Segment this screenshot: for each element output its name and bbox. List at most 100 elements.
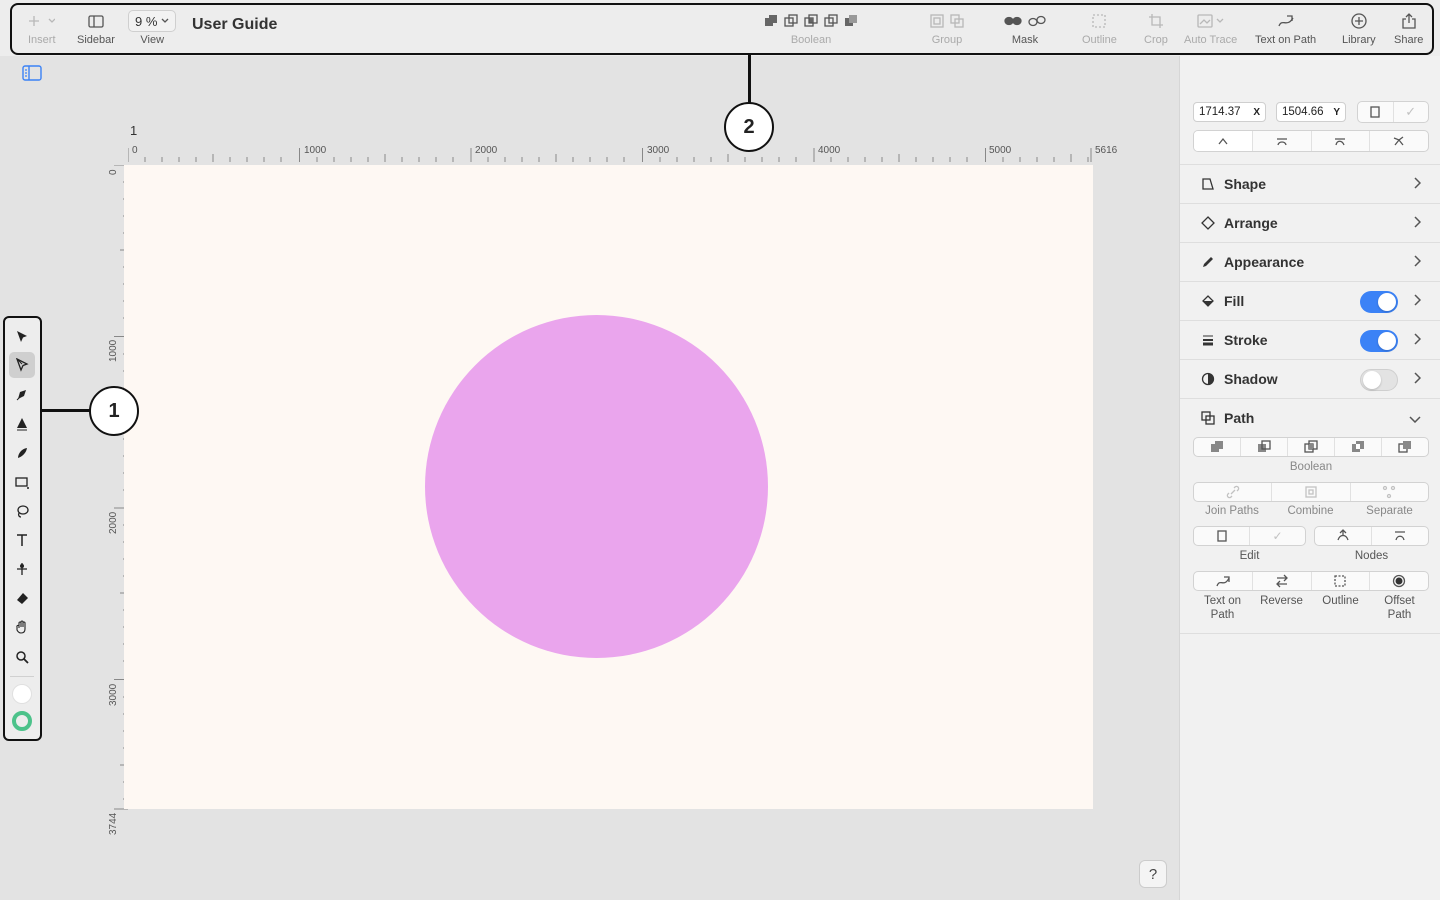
node-sharp-button[interactable]: [1194, 131, 1253, 151]
crop-button[interactable]: Crop: [1144, 8, 1168, 46]
callout-1-line: [42, 409, 91, 412]
text-on-path-button[interactable]: Text on Path: [1255, 8, 1316, 46]
ruler-h-label: 1000: [304, 145, 327, 156]
asymmetric-node-icon: [1335, 138, 1346, 146]
node-asymmetric-button[interactable]: [1312, 131, 1371, 151]
boolean-subtract-icon: [1258, 440, 1271, 452]
eraser-tool[interactable]: [9, 585, 35, 611]
unmask-icon[interactable]: [1028, 15, 1046, 27]
node-select-tool[interactable]: [9, 352, 35, 378]
confirm-edit-button[interactable]: ✓: [1394, 102, 1429, 122]
path-icon: [1201, 411, 1215, 425]
node-disconnected-button[interactable]: [1370, 131, 1428, 151]
auto-trace-button[interactable]: Auto Trace: [1184, 8, 1237, 46]
shape-section[interactable]: Shape: [1180, 164, 1440, 203]
edit-path-button[interactable]: [1358, 102, 1394, 122]
remove-node-button[interactable]: [1372, 527, 1428, 545]
path-text-on-path-button[interactable]: [1194, 572, 1253, 590]
knife-tool[interactable]: [9, 556, 35, 582]
remove-node-icon: [1395, 531, 1405, 541]
group-icon[interactable]: [930, 14, 944, 28]
fill-toggle[interactable]: [1360, 291, 1398, 313]
knife-icon: [17, 563, 27, 575]
help-button[interactable]: ?: [1139, 860, 1167, 888]
link-icon: [1226, 485, 1239, 499]
stroke-toggle[interactable]: [1360, 330, 1398, 352]
y-position-field[interactable]: 1504.66 Y: [1276, 102, 1346, 122]
horizontal-ruler: 0 1000 2000 3000 4000 5000 5616: [128, 145, 1118, 162]
offset-path-icon: [1392, 574, 1406, 588]
tools-divider: [10, 676, 34, 677]
zoom-tool[interactable]: [9, 644, 35, 670]
library-button[interactable]: Library: [1342, 8, 1376, 46]
x-position-field[interactable]: 1714.37 X: [1193, 102, 1266, 122]
bounding-box-icon: [1370, 106, 1380, 118]
mask-icon[interactable]: [1004, 15, 1022, 27]
paint-bucket-icon: [1202, 295, 1214, 307]
offset-path-button[interactable]: [1370, 572, 1428, 590]
nodes-label: Nodes: [1354, 550, 1389, 562]
lasso-tool[interactable]: [9, 498, 35, 524]
magnifier-icon: [16, 651, 29, 664]
path-boolean-segment: [1193, 437, 1429, 457]
brush-tool[interactable]: [9, 440, 35, 466]
hand-tool[interactable]: [9, 614, 35, 640]
path-divide-button[interactable]: [1382, 438, 1428, 456]
tools-palette: [3, 316, 42, 741]
rectangle-tool[interactable]: [9, 469, 35, 495]
stroke-section[interactable]: Stroke: [1180, 320, 1440, 359]
fill-color-well[interactable]: [9, 681, 35, 707]
pen-tool[interactable]: [9, 382, 35, 408]
zoom-select[interactable]: 9 %: [128, 10, 177, 32]
sidebar-icon: [88, 14, 104, 28]
node-smooth-button[interactable]: [1253, 131, 1312, 151]
ruler-h-label: 5000: [989, 145, 1012, 156]
sidebar-toggle-button[interactable]: [22, 65, 42, 86]
bounding-box-icon: [1216, 530, 1227, 542]
path-edit-done-button[interactable]: ✓: [1250, 527, 1305, 545]
reverse-arrows-icon: [1275, 574, 1288, 588]
path-union-button[interactable]: [1194, 438, 1241, 456]
boolean-divide-icon[interactable]: [844, 14, 858, 28]
boolean-intersect-icon: [1304, 440, 1318, 453]
circle-shape[interactable]: [425, 315, 768, 658]
path-intersect-button[interactable]: [1288, 438, 1335, 456]
ungroup-icon[interactable]: [950, 14, 964, 28]
path-exclude-button[interactable]: [1335, 438, 1382, 456]
path-outline-button[interactable]: [1312, 572, 1371, 590]
vector-pen-tool[interactable]: [9, 411, 35, 437]
group-group: Group: [930, 8, 964, 46]
combine-button[interactable]: [1272, 483, 1351, 501]
shadow-toggle[interactable]: [1360, 369, 1398, 391]
boolean-union-icon[interactable]: [764, 14, 778, 28]
shape-icon: [1202, 178, 1214, 190]
insert-button[interactable]: Insert: [28, 8, 56, 46]
path-section[interactable]: Path: [1180, 398, 1440, 437]
chevron-right-icon: [1414, 216, 1421, 228]
stroke-color-well[interactable]: [9, 708, 35, 734]
arrange-section[interactable]: Arrange: [1180, 203, 1440, 242]
share-button[interactable]: Share: [1394, 8, 1423, 46]
artboard[interactable]: [124, 165, 1093, 809]
text-tool[interactable]: [9, 527, 35, 553]
path-edit-button[interactable]: [1194, 527, 1250, 545]
ruler-h-label: 2000: [475, 145, 498, 156]
join-paths-button[interactable]: [1194, 483, 1273, 501]
sidebar-button[interactable]: Sidebar: [77, 8, 115, 46]
boolean-intersect-icon[interactable]: [804, 14, 818, 28]
appearance-section[interactable]: Appearance: [1180, 242, 1440, 281]
plus-circle-icon: [1351, 13, 1367, 29]
view-zoom-menu[interactable]: 9 % View: [128, 8, 177, 46]
separate-button[interactable]: [1351, 483, 1428, 501]
select-tool[interactable]: [9, 324, 35, 350]
add-node-button[interactable]: [1315, 527, 1372, 545]
reverse-button[interactable]: [1253, 572, 1312, 590]
path-subtract-button[interactable]: [1241, 438, 1288, 456]
fill-section[interactable]: Fill: [1180, 281, 1440, 320]
outline-button[interactable]: Outline: [1082, 8, 1117, 46]
edit-label: Edit: [1239, 550, 1260, 562]
boolean-exclude-icon[interactable]: [824, 14, 838, 28]
shadow-section[interactable]: Shadow: [1180, 359, 1440, 398]
boolean-subtract-icon[interactable]: [784, 14, 798, 28]
sharp-node-icon: [1218, 137, 1228, 145]
